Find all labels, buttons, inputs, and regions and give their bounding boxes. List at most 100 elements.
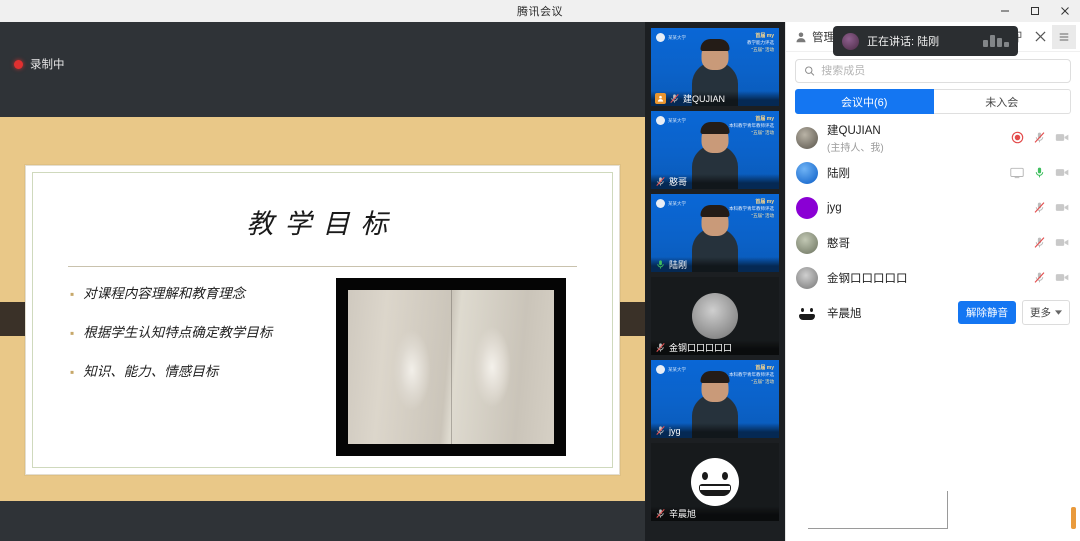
participant-avatar [692,293,738,339]
member-list[interactable]: 建QUJIAN (主持人、我) 陆刚 jyg 憨哥 金钢口口口口口 辛晨旭 解除… [786,120,1080,330]
mic-muted-icon [670,94,679,103]
school-watermark-text: 某某大学 [668,200,686,206]
event-watermark: 首届 my 本科教学青年教师评选 "五届" 活动 [729,364,774,385]
thumbnail-name-bar: 金钢口口口口口 [651,340,779,355]
member-row[interactable]: 建QUJIAN (主持人、我) [786,120,1080,155]
search-input[interactable] [821,65,1062,77]
member-name-group: 憨哥 [827,235,1024,251]
tab-in-meeting[interactable]: 会议中(6) [795,89,934,114]
maximize-button[interactable] [1020,0,1050,22]
slide-bullet-text: 对课程内容理解和教育理念 [83,286,246,301]
video-thumbnail[interactable]: 某某大学 首届 my 教学能力评选 "五届" 活动 建QUJIAN [651,28,779,106]
video-thumbnail[interactable]: 某某大学 首届 my 本科教学青年教师评选 "五届" 活动 憨哥 [651,111,779,189]
more-button[interactable]: 更多 [1022,300,1070,325]
meeting-stage: 录制中 教学目标 ▪ 对课程内容理解和教育理念 ▪ 根据学生认知特点确定教学目标 [0,22,645,541]
mic-muted-icon [1034,202,1045,213]
slide-bullet: ▪ 根据学生认知特点确定教学目标 [70,323,330,344]
member-status-icons [1033,270,1070,285]
thumbnail-name-bar: 建QUJIAN [651,91,779,106]
member-search-wrap [786,52,1080,89]
event-watermark-line1: 首届 my [755,365,774,371]
video-thumbnail[interactable]: 金钢口口口口口 [651,277,779,355]
recording-label: 录制中 [30,59,65,71]
video-filmstrip[interactable]: 某某大学 首届 my 教学能力评选 "五届" 活动 建QUJIAN 某某大学 首… [645,22,785,541]
mic-active-icon [657,260,664,269]
panel-close-icon[interactable] [1028,25,1052,49]
school-watermark: 某某大学 [656,33,686,42]
event-watermark: 首届 my 本科教学青年教师评选 "五届" 活动 [729,198,774,219]
member-name: 辛晨旭 [827,307,862,320]
thumbnail-mic-icon [655,508,666,519]
host-badge-icon [655,93,666,104]
member-name-group: 陆刚 [827,165,1001,181]
event-watermark-line1: 首届 my [755,116,774,122]
bullet-dot-icon: ▪ [70,325,75,340]
member-name: 憨哥 [827,237,850,250]
camera-off-icon [1055,239,1069,246]
school-watermark: 某某大学 [656,365,686,374]
member-name-group: 建QUJIAN (主持人、我) [827,122,1002,154]
chevron-down-icon [1055,310,1062,315]
member-status-icons [1011,130,1070,145]
slide-title: 教学目标 [246,209,399,239]
camera-off-icon [1055,134,1069,141]
school-watermark-text: 某某大学 [668,117,686,123]
school-watermark: 某某大学 [656,199,686,208]
thumbnail-name-bar: 陆刚 [651,257,779,272]
thumbnail-mic-icon [655,342,666,353]
video-thumbnail[interactable]: 辛晨旭 [651,443,779,521]
member-name-group: jyg [827,202,1024,214]
member-status-icons [1033,200,1070,215]
tab-not-joined-label: 未入会 [985,96,1019,109]
mic-muted-icon [1034,132,1045,143]
panel-menu-icon[interactable] [1052,24,1076,49]
speaking-toast-text: 正在讲话: 陆刚 [867,36,940,48]
bullet-dot-icon: ▪ [70,364,75,379]
member-avatar [796,196,818,219]
school-logo-icon [656,33,665,42]
event-watermark-line2: 本科教学青年教师评选 [729,206,774,211]
thumbnail-name: 辛晨旭 [669,509,697,519]
close-button[interactable] [1050,0,1080,22]
member-row[interactable]: jyg [786,190,1080,225]
bullet-dot-icon: ▪ [70,287,75,301]
member-row[interactable]: 憨哥 [786,225,1080,260]
recording-indicator: 录制中 [14,56,65,72]
window-controls [990,0,1080,22]
thumbnail-name-bar: jyg [651,423,779,438]
event-watermark-line3: "五届" 活动 [751,130,774,135]
search-box[interactable] [795,59,1071,83]
school-logo-icon [656,199,665,208]
member-row[interactable]: 陆刚 [786,155,1080,190]
event-watermark-line3: "五届" 活动 [751,213,774,218]
member-tabs[interactable]: 会议中(6) 未入会 [786,89,1080,114]
slide-bullet: ▪ 知识、能力、情感目标 [70,362,330,383]
tab-not-joined[interactable]: 未入会 [933,89,1071,114]
relief-sculpture-image [348,290,554,444]
scroll-artifact [1071,507,1076,529]
shared-slide[interactable]: 教学目标 ▪ 对课程内容理解和教育理念 ▪ 根据学生认知特点确定教学目标 ▪ 知… [0,117,645,501]
member-name: 建QUJIAN [827,124,881,137]
minimize-button[interactable] [990,0,1020,22]
member-avatar [796,266,818,289]
window-titlebar: 腾讯会议 [0,0,1080,22]
member-name: jyg [827,201,842,214]
school-watermark-text: 某某大学 [668,34,686,40]
member-avatar [796,161,818,184]
unmute-button[interactable]: 解除静音 [958,301,1016,324]
screen-share-icon [1010,167,1024,178]
member-role: (主持人、我) [827,142,884,154]
video-thumbnail[interactable]: 某某大学 首届 my 本科教学青年教师评选 "五届" 活动 jyg [651,360,779,438]
member-name: 金钢口口口口口 [827,272,908,285]
member-avatar [796,301,818,324]
mic-muted-icon [656,343,665,352]
member-row[interactable]: 金钢口口口口口 [786,260,1080,295]
thumbnail-name: jyg [669,425,681,436]
video-thumbnail[interactable]: 某某大学 首届 my 本科教学青年教师评选 "五届" 活动 陆刚 [651,194,779,272]
thumbnail-mic-icon [655,425,666,436]
slide-bullet-text: 知识、能力、情感目标 [83,363,219,379]
member-row[interactable]: 辛晨旭 解除静音 更多 [786,295,1080,330]
member-actions[interactable]: 解除静音 更多 [958,300,1070,325]
member-name-group: 辛晨旭 [827,305,949,321]
event-watermark-line3: "五届" 活动 [751,47,774,52]
